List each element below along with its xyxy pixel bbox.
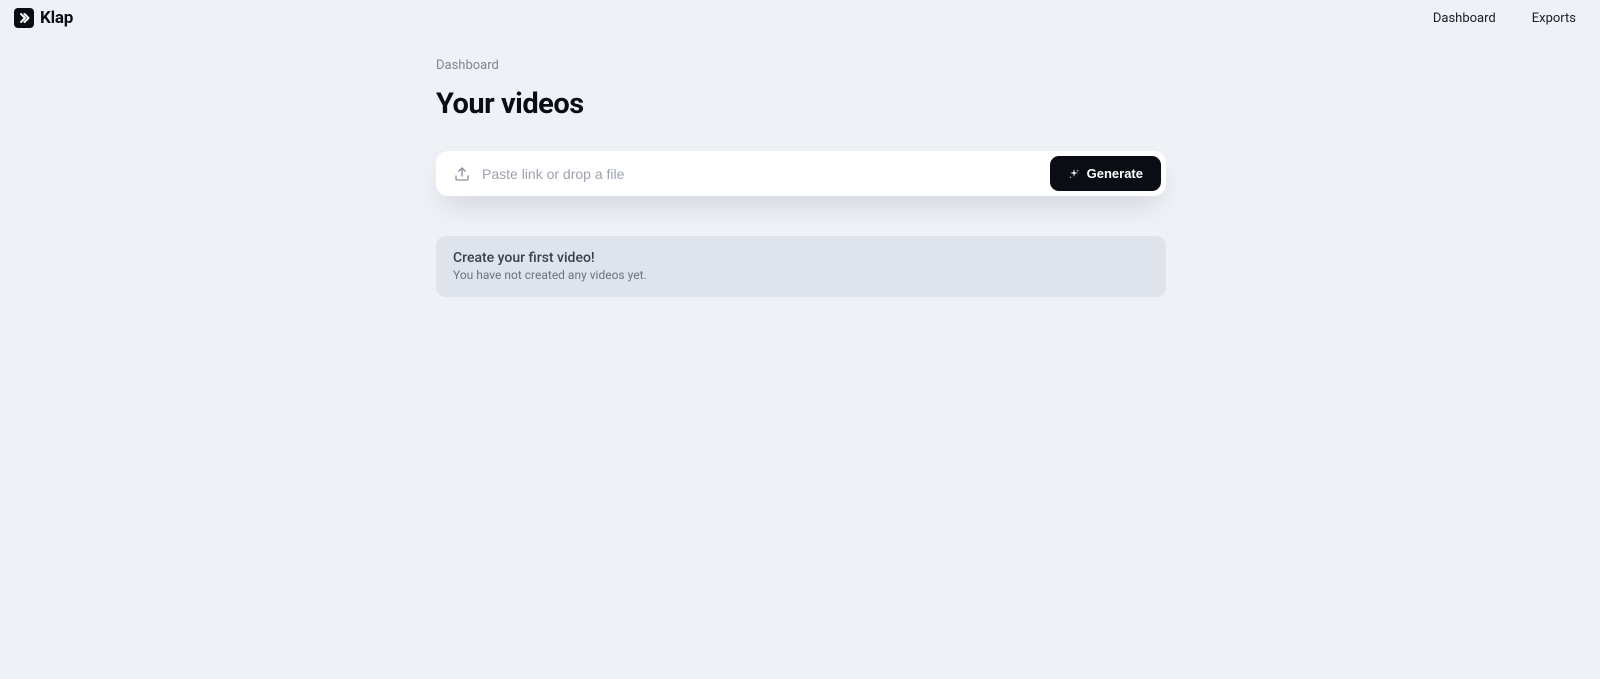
link-input[interactable] — [482, 166, 1050, 182]
generate-button[interactable]: Generate — [1050, 156, 1161, 191]
breadcrumb[interactable]: Dashboard — [436, 58, 1166, 73]
logo-icon — [14, 8, 34, 28]
nav-dashboard[interactable]: Dashboard — [1433, 11, 1496, 26]
logo[interactable]: Klap — [14, 8, 73, 28]
empty-state-title: Create your first video! — [453, 250, 1149, 266]
sparkle-icon — [1068, 168, 1080, 180]
empty-state: Create your first video! You have not cr… — [436, 236, 1166, 297]
generate-button-label: Generate — [1087, 166, 1143, 181]
brand-name: Klap — [40, 8, 73, 28]
upload-icon — [454, 166, 470, 182]
page-title: Your videos — [436, 87, 1166, 121]
main-content: Dashboard Your videos Generate Create yo… — [434, 36, 1166, 297]
header: Klap Dashboard Exports — [0, 0, 1600, 36]
input-card: Generate — [436, 151, 1166, 196]
nav-links: Dashboard Exports — [1433, 11, 1586, 26]
empty-state-subtitle: You have not created any videos yet. — [453, 268, 1149, 282]
nav-exports[interactable]: Exports — [1532, 11, 1576, 26]
